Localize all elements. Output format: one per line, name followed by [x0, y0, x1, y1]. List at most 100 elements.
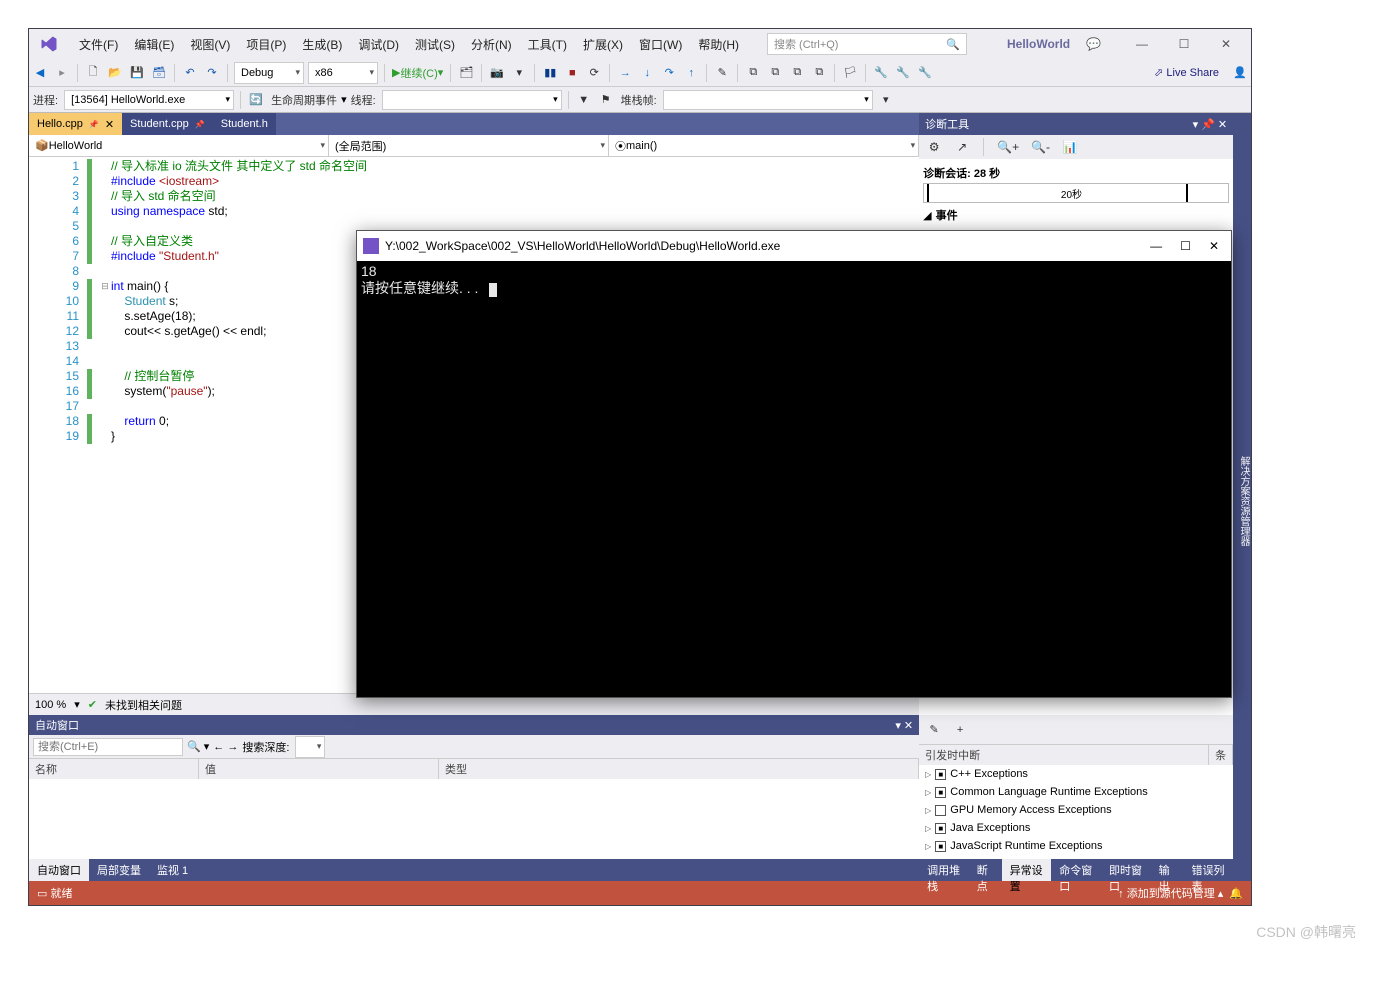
maximize-button[interactable]: ☐: [1163, 29, 1205, 59]
feedback-icon[interactable]: 💬: [1086, 37, 1101, 51]
account-icon[interactable]: 👤: [1229, 62, 1251, 84]
menu-view[interactable]: 视图(V): [182, 32, 238, 57]
diag-open-icon[interactable]: ↗: [951, 136, 973, 158]
minimize-button[interactable]: ―: [1121, 29, 1163, 59]
pause-icon[interactable]: ▮▮: [539, 62, 561, 84]
exc-row[interactable]: ▷GPU Memory Access Exceptions: [919, 801, 1233, 819]
zoom-in-icon[interactable]: 🔍+: [994, 136, 1022, 158]
platform-dropdown[interactable]: x86: [308, 62, 378, 84]
status-src-control[interactable]: ↑ 添加到源代码管理 ▴: [1118, 885, 1223, 901]
flag-icon[interactable]: ⚑: [595, 89, 617, 111]
step-over-icon[interactable]: ↷: [658, 62, 680, 84]
exc-tab[interactable]: 错误列表: [1183, 859, 1233, 881]
config-dropdown[interactable]: Debug: [234, 62, 304, 84]
exc-tool-2[interactable]: +: [949, 719, 971, 741]
menu-analyze[interactable]: 分析(N): [463, 32, 520, 57]
frame-nav-icon[interactable]: ▾: [875, 89, 897, 111]
menu-file[interactable]: 文件(F): [71, 32, 126, 57]
autos-tab[interactable]: 局部变量: [89, 859, 149, 881]
exc-tab[interactable]: 异常设置: [1002, 859, 1052, 881]
diag-chart-icon[interactable]: 📊: [1059, 136, 1081, 158]
autos-search-icon[interactable]: 🔍 ▾: [187, 740, 209, 753]
search-input[interactable]: 搜索 (Ctrl+Q) 🔍: [767, 33, 967, 55]
exc-tab[interactable]: 调用堆栈: [919, 859, 969, 881]
tool-icon-g[interactable]: 🔧: [892, 62, 914, 84]
continue-button[interactable]: ▶ 继续(C) ▾: [389, 62, 446, 84]
menu-tools[interactable]: 工具(T): [520, 32, 575, 57]
editor-tab[interactable]: Hello.cpp📌✕: [29, 113, 122, 135]
save-all-icon[interactable]: 🗃: [148, 62, 170, 84]
autos-depth-dd[interactable]: [295, 736, 325, 758]
restart-icon[interactable]: ⟳: [583, 62, 605, 84]
tool-icon-1[interactable]: 🗂: [455, 62, 477, 84]
screenshot-icon[interactable]: 📷: [486, 62, 508, 84]
tool-icon-c[interactable]: ⧉: [764, 62, 786, 84]
menu-edit[interactable]: 编辑(E): [126, 32, 182, 57]
tool-icon-h[interactable]: 🔧: [914, 62, 936, 84]
live-share-button[interactable]: ⬀ Live Share: [1154, 66, 1219, 79]
zoom-out-icon[interactable]: 🔍-: [1028, 136, 1053, 158]
exc-tab[interactable]: 输出: [1151, 859, 1184, 881]
exc-tool-1[interactable]: ✎: [923, 719, 945, 741]
tool-icon-f[interactable]: 🔧: [870, 62, 892, 84]
diag-header[interactable]: 诊断工具▾ 📌 ✕: [919, 113, 1233, 135]
menu-project[interactable]: 项目(P): [238, 32, 294, 57]
console-minimize[interactable]: ―: [1150, 239, 1162, 253]
gear-icon[interactable]: ⚙: [923, 136, 945, 158]
exc-row[interactable]: ▷■JavaScript Runtime Exceptions: [919, 837, 1233, 855]
tool-icon-e[interactable]: ⧉: [808, 62, 830, 84]
tool-icon-d[interactable]: ⧉: [786, 62, 808, 84]
nav-scope[interactable]: 📦 HelloWorld: [29, 135, 329, 156]
autos-panel-header[interactable]: 自动窗口▾ ✕: [29, 715, 919, 735]
step-next-icon[interactable]: →: [614, 62, 636, 84]
thread-dropdown[interactable]: [382, 90, 562, 110]
diag-timeline[interactable]: 20秒: [923, 183, 1229, 203]
exc-tab[interactable]: 命令窗口: [1051, 859, 1101, 881]
exc-row[interactable]: ▷■Java Exceptions: [919, 819, 1233, 837]
autos-body[interactable]: [29, 779, 919, 859]
menu-help[interactable]: 帮助(H): [690, 32, 747, 57]
menu-test[interactable]: 测试(S): [407, 32, 463, 57]
tool-icon-2[interactable]: ▾: [508, 62, 530, 84]
stackframe-dropdown[interactable]: [663, 90, 873, 110]
solution-explorer-strip[interactable]: 解决方案资源管理器: [1233, 113, 1251, 881]
editor-tab[interactable]: Student.h: [213, 113, 276, 135]
step-into-icon[interactable]: ↓: [636, 62, 658, 84]
exc-row[interactable]: ▷■C++ Exceptions: [919, 765, 1233, 783]
menu-extensions[interactable]: 扩展(X): [575, 32, 631, 57]
exc-tab[interactable]: 断点: [969, 859, 1002, 881]
nav-function[interactable]: ⦿ main(): [609, 135, 919, 156]
editor-tab[interactable]: Student.cpp📌: [122, 113, 213, 135]
exc-tab[interactable]: 即时窗口: [1101, 859, 1151, 881]
open-icon[interactable]: 📂: [104, 62, 126, 84]
nav-scope2[interactable]: (全局范围): [329, 135, 609, 156]
lifecycle-icon[interactable]: 🔄: [245, 89, 267, 111]
stop-icon[interactable]: ■: [561, 62, 583, 84]
tool-icon-a[interactable]: ✎: [711, 62, 733, 84]
menu-build[interactable]: 生成(B): [294, 32, 350, 57]
status-notif-icon[interactable]: 🔔: [1229, 887, 1243, 900]
save-icon[interactable]: 💾: [126, 62, 148, 84]
process-dropdown[interactable]: [13564] HelloWorld.exe: [64, 90, 234, 110]
undo-icon[interactable]: ↶: [179, 62, 201, 84]
zoom-level[interactable]: 100 %: [35, 699, 66, 711]
tool-icon-b[interactable]: ⧉: [742, 62, 764, 84]
menu-debug[interactable]: 调试(D): [350, 32, 407, 57]
close-button[interactable]: ✕: [1205, 29, 1247, 59]
nav-back-icon[interactable]: ◀: [29, 62, 51, 84]
autos-search-input[interactable]: [33, 738, 183, 756]
step-out-icon[interactable]: ↑: [680, 62, 702, 84]
exc-row[interactable]: ▷■Common Language Runtime Exceptions: [919, 783, 1233, 801]
console-close[interactable]: ✕: [1209, 239, 1219, 253]
autos-tab[interactable]: 监视 1: [149, 859, 196, 881]
new-icon[interactable]: 🗋: [82, 62, 104, 84]
redo-icon[interactable]: ↷: [201, 62, 223, 84]
nav-fwd-icon[interactable]: ▸: [51, 62, 73, 84]
console-titlebar[interactable]: Y:\002_WorkSpace\002_VS\HelloWorld\Hello…: [357, 231, 1231, 261]
bookmark-icon[interactable]: 🏳: [839, 62, 861, 84]
autos-tab[interactable]: 自动窗口: [29, 859, 89, 881]
console-maximize[interactable]: ☐: [1180, 239, 1191, 253]
exc-body[interactable]: ▷■C++ Exceptions▷■Common Language Runtim…: [919, 765, 1233, 859]
filter-icon[interactable]: ▼: [573, 89, 595, 111]
menu-window[interactable]: 窗口(W): [631, 32, 690, 57]
